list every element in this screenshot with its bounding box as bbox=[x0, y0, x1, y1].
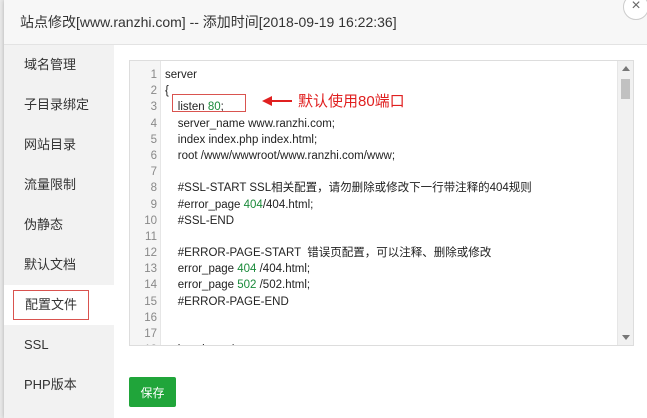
dialog-titlebar: 站点修改[www.ranzhi.com] -- 添加时间[2018-09-19 … bbox=[4, 0, 647, 45]
code-line[interactable]: 7 bbox=[130, 164, 615, 180]
sidebar-item-label: 默认文档 bbox=[24, 257, 77, 272]
sidebar-item-domain-management[interactable]: 域名管理 bbox=[4, 45, 114, 85]
sidebar-item-config-file[interactable]: 配置文件 bbox=[4, 285, 114, 325]
code-line[interactable]: 9 #error_page 404/404.html; bbox=[130, 197, 615, 213]
port-annotation: 默认使用80端口 bbox=[262, 90, 405, 111]
line-number: 10 bbox=[144, 214, 157, 227]
code-line[interactable]: 10 #SSL-END bbox=[130, 213, 615, 229]
code-text: #error_page bbox=[165, 198, 244, 211]
code-line[interactable]: 18 location ~ / bbox=[130, 342, 615, 345]
code-line[interactable]: 5 index index.php index.html; bbox=[130, 132, 615, 148]
sidebar-item-label: 流量限制 bbox=[24, 177, 77, 192]
code-text: #ERROR-PAGE-END bbox=[165, 295, 289, 308]
line-number: 6 bbox=[150, 149, 157, 162]
dialog-title: 站点修改[www.ranzhi.com] -- 添加时间[2018-09-19 … bbox=[20, 14, 397, 30]
code-text: error_page bbox=[165, 279, 238, 292]
code-text: #ERROR-PAGE-START 错误页配置，可以注释、删除或修改 bbox=[165, 247, 492, 260]
code-line[interactable]: 1 server bbox=[130, 67, 615, 83]
sidebar-item-traffic-limit[interactable]: 流量限制 bbox=[4, 165, 114, 205]
sidebar-item-label: PHP版本 bbox=[24, 377, 77, 392]
scroll-down-icon[interactable] bbox=[622, 335, 630, 340]
code-line[interactable]: 11 bbox=[130, 229, 615, 245]
line-number: 16 bbox=[144, 311, 157, 324]
line-number: 15 bbox=[144, 295, 157, 308]
code-text: /404.html; bbox=[262, 198, 314, 211]
line-number: 8 bbox=[150, 182, 157, 195]
code-text: error_page bbox=[165, 263, 238, 276]
sidebar-item-label: 网站目录 bbox=[24, 137, 77, 152]
sidebar-item-default-document[interactable]: 默认文档 bbox=[4, 245, 114, 285]
line-number: 14 bbox=[144, 279, 157, 292]
line-number: 2 bbox=[150, 85, 157, 98]
line-number: 18 bbox=[130, 342, 157, 345]
line-number: 12 bbox=[144, 247, 157, 260]
line-number: 11 bbox=[145, 230, 157, 243]
line-number: 4 bbox=[150, 117, 157, 130]
sidebar-item-label: 子目录绑定 bbox=[24, 97, 90, 112]
code-number-literal: 404 bbox=[237, 263, 257, 276]
code-text: server_name www.ranzhi.com; bbox=[165, 117, 336, 130]
line-number: 17 bbox=[144, 328, 157, 340]
code-line[interactable]: 13 error_page 404 /404.html; bbox=[130, 261, 615, 277]
code-line[interactable]: 4 server_name www.ranzhi.com; bbox=[130, 116, 615, 132]
code-text: root /www/wwwroot/www.ranzhi.com/www; bbox=[165, 149, 396, 162]
sidebar-item-label: 域名管理 bbox=[24, 57, 77, 72]
sidebar-item-label: 伪静态 bbox=[24, 217, 64, 232]
sidebar-item-label: 配置文件 bbox=[13, 290, 90, 320]
site-edit-dialog: 站点修改[www.ranzhi.com] -- 添加时间[2018-09-19 … bbox=[4, 0, 647, 418]
code-text: server bbox=[165, 69, 197, 81]
line-number: 13 bbox=[144, 263, 157, 276]
sidebar-item-php-version[interactable]: PHP版本 bbox=[4, 365, 114, 405]
settings-sidebar: 域名管理 子目录绑定 网站目录 流量限制 伪静态 默认文档 配置文件 SSL P… bbox=[4, 45, 114, 418]
code-line[interactable]: 8 #SSL-START SSL相关配置，请勿删除或修改下一行带注释的404规则 bbox=[130, 180, 615, 196]
code-line[interactable]: 6 root /www/wwwroot/www.ranzhi.com/www; bbox=[130, 148, 615, 164]
code-line[interactable]: 17 bbox=[130, 326, 615, 342]
line-number: 1 bbox=[150, 69, 157, 81]
line-number: 5 bbox=[150, 133, 157, 146]
left-arrow-icon bbox=[262, 95, 292, 106]
code-line[interactable]: 12 #ERROR-PAGE-START 错误页配置，可以注释、删除或修改 bbox=[130, 245, 615, 261]
sidebar-item-ssl[interactable]: SSL bbox=[4, 325, 114, 365]
code-text: /502.html; bbox=[256, 279, 311, 292]
code-number-literal: 404 bbox=[243, 198, 263, 211]
code-text: #SSL-END bbox=[165, 214, 235, 227]
code-text: /404.html; bbox=[256, 263, 311, 276]
sidebar-item-site-directory[interactable]: 网站目录 bbox=[4, 125, 114, 165]
listen-port-highlight bbox=[172, 94, 246, 112]
line-number: 3 bbox=[150, 101, 157, 114]
scroll-up-icon[interactable] bbox=[622, 66, 630, 71]
code-text: index index.php index.html; bbox=[165, 133, 318, 146]
sidebar-item-subdirectory-binding[interactable]: 子目录绑定 bbox=[4, 85, 114, 125]
editor-scrollbar[interactable] bbox=[617, 61, 633, 345]
save-button[interactable]: 保存 bbox=[129, 377, 176, 407]
code-text: { bbox=[165, 85, 169, 98]
sidebar-item-rewrite[interactable]: 伪静态 bbox=[4, 205, 114, 245]
line-number: 7 bbox=[150, 166, 157, 179]
code-number-literal: 502 bbox=[237, 279, 257, 292]
annotation-text: 默认使用80端口 bbox=[298, 93, 405, 110]
sidebar-item-label: SSL bbox=[24, 337, 49, 352]
code-line[interactable]: 14 error_page 502 /502.html; bbox=[130, 277, 615, 293]
line-number: 9 bbox=[150, 198, 157, 211]
code-text: location ~ / bbox=[165, 344, 234, 345]
code-text: #SSL-START SSL相关配置，请勿删除或修改下一行带注释的404规则 bbox=[165, 182, 532, 195]
code-line[interactable]: 16 bbox=[130, 310, 615, 326]
code-line[interactable]: 15 #ERROR-PAGE-END bbox=[130, 294, 615, 310]
scrollbar-thumb[interactable] bbox=[621, 79, 630, 99]
